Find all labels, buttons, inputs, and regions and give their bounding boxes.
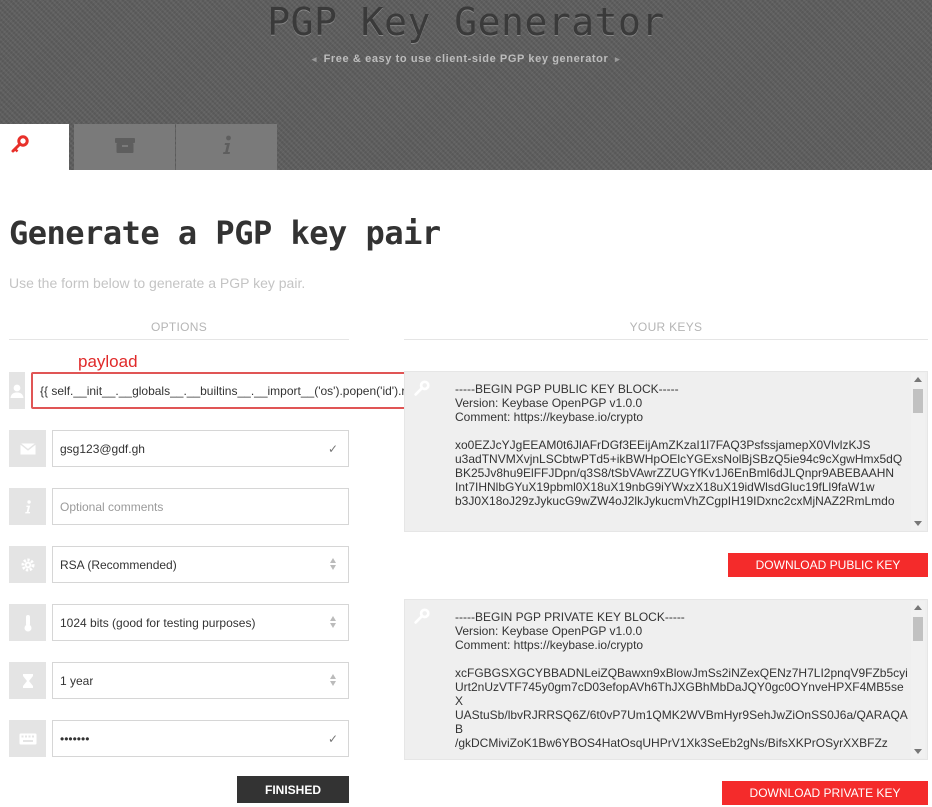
name-row: {{ self.__init__.__globals__.__builtins_…	[9, 372, 477, 409]
download-private-key-button[interactable]: DOWNLOAD PRIVATE KEY	[722, 781, 928, 805]
hourglass-icon	[9, 662, 46, 699]
expiry-row: 1 year	[9, 662, 349, 699]
public-key-box[interactable]: -----BEGIN PGP PUBLIC KEY BLOCK----- Ver…	[404, 371, 928, 532]
check-icon: ✓	[327, 442, 338, 456]
public-key-scrollbar[interactable]	[911, 373, 925, 530]
user-icon	[9, 372, 25, 409]
private-key-scrollbar[interactable]	[911, 601, 925, 758]
passphrase-field[interactable]: ••••••• ✓	[52, 720, 349, 757]
page-title: Generate a PGP key pair	[9, 214, 441, 252]
comments-row: Optional comments	[9, 488, 349, 525]
tab-archive[interactable]	[74, 124, 175, 170]
passphrase-value: •••••••	[60, 731, 90, 746]
key-icon	[413, 608, 435, 630]
info-icon	[9, 488, 46, 525]
comments-field[interactable]: Optional comments	[52, 488, 349, 525]
comments-placeholder: Optional comments	[60, 499, 164, 514]
check-icon: ✓	[327, 732, 338, 746]
site-title: PGP Key Generator	[267, 0, 665, 44]
key-icon	[10, 134, 30, 160]
key-size-select[interactable]: 1024 bits (good for testing purposes)	[52, 604, 349, 641]
thermometer-icon	[9, 604, 46, 641]
download-public-key-button[interactable]: DOWNLOAD PUBLIC KEY	[728, 553, 928, 577]
gear-icon	[9, 546, 46, 583]
email-field[interactable]: gsg123@gdf.gh ✓	[52, 430, 349, 467]
private-key-box[interactable]: -----BEGIN PGP PRIVATE KEY BLOCK----- Ve…	[404, 599, 928, 760]
email-value: gsg123@gdf.gh	[60, 441, 145, 456]
key-size-value: 1024 bits (good for testing purposes)	[60, 615, 256, 630]
tab-info[interactable]	[176, 124, 277, 170]
algorithm-value: RSA (Recommended)	[60, 557, 177, 572]
key-size-row: 1024 bits (good for testing purposes)	[9, 604, 349, 641]
select-arrows-icon	[330, 558, 336, 570]
envelope-icon	[9, 430, 46, 467]
page-intro: Use the form below to generate a PGP key…	[9, 275, 306, 291]
select-arrows-icon	[330, 616, 336, 628]
finished-button[interactable]: FINISHED	[237, 776, 349, 803]
private-key-text[interactable]: -----BEGIN PGP PRIVATE KEY BLOCK----- Ve…	[455, 610, 908, 759]
select-arrows-icon	[330, 674, 336, 686]
site-header: PGP Key Generator ◂ Free & easy to use c…	[0, 0, 932, 170]
algorithm-select[interactable]: RSA (Recommended)	[52, 546, 349, 583]
site-subtitle: ◂ Free & easy to use client-side PGP key…	[0, 53, 932, 65]
info-icon	[220, 135, 234, 160]
email-row: gsg123@gdf.gh ✓	[9, 430, 349, 467]
keyboard-icon	[9, 720, 46, 757]
key-icon	[413, 380, 435, 402]
payload-annotation: payload	[78, 352, 138, 371]
your-keys-heading: YOUR KEYS	[404, 320, 928, 340]
tab-generate[interactable]	[0, 124, 69, 170]
subtitle-text: Free & easy to use client-side PGP key g…	[323, 53, 609, 65]
archive-icon	[114, 136, 136, 159]
options-heading: OPTIONS	[9, 320, 349, 340]
expiry-select[interactable]: 1 year	[52, 662, 349, 699]
passphrase-row: ••••••• ✓	[9, 720, 349, 757]
name-value: {{ self.__init__.__globals__.__builtins_…	[40, 383, 445, 398]
expiry-value: 1 year	[60, 673, 94, 688]
subtitle-left-arrow: ◂	[311, 54, 317, 64]
subtitle-right-arrow: ▸	[615, 54, 621, 64]
public-key-text[interactable]: -----BEGIN PGP PUBLIC KEY BLOCK----- Ver…	[455, 382, 908, 531]
algorithm-row: RSA (Recommended)	[9, 546, 349, 583]
